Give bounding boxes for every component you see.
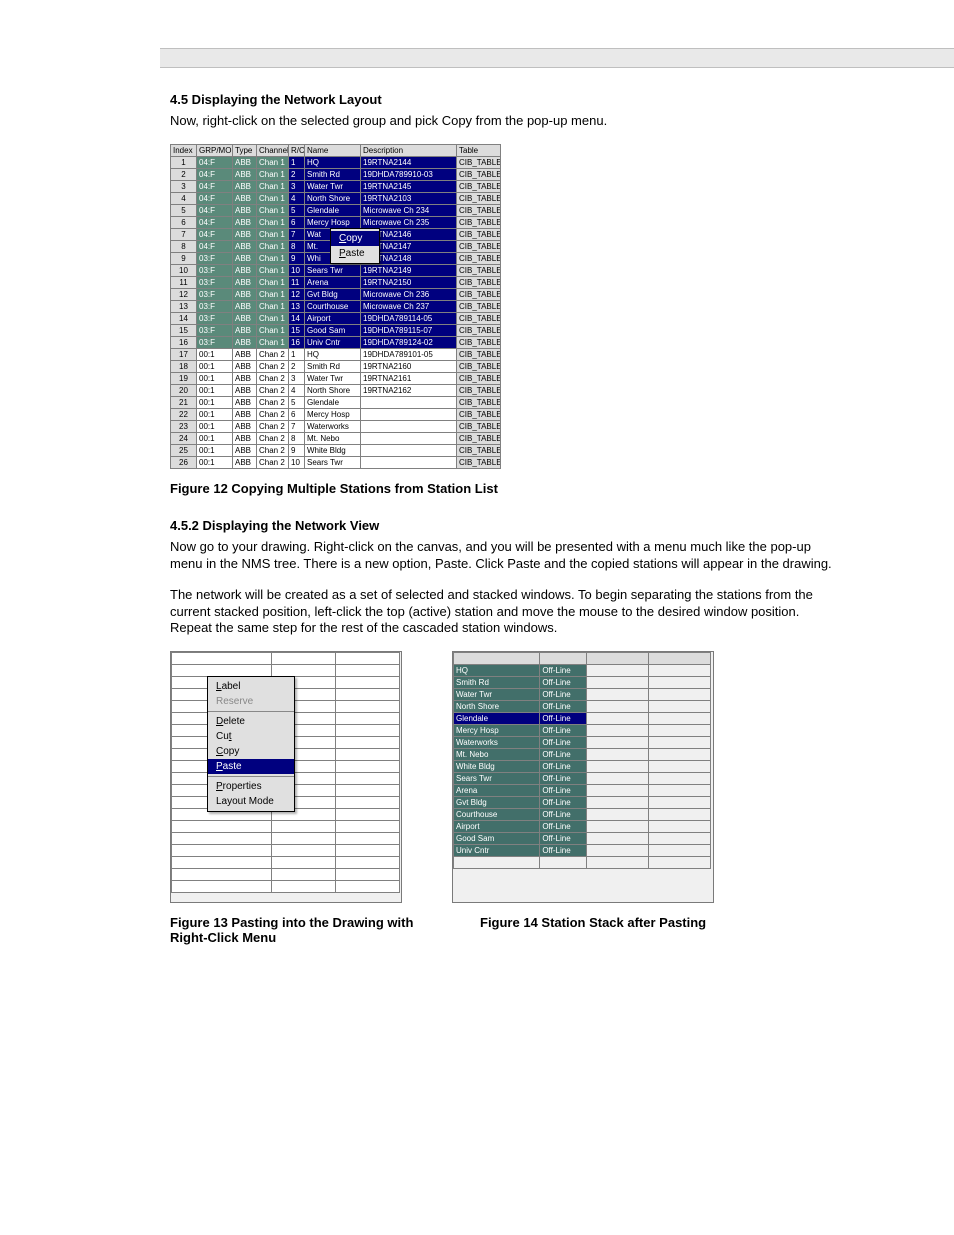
canvas-empty-row[interactable] xyxy=(172,845,400,857)
context-menu-drawing[interactable]: LabelReserve DeleteCutCopyPaste Properties… xyxy=(207,676,295,812)
stack-row[interactable]: Gvt BldgOff-Line xyxy=(454,797,711,809)
canvas-empty-row[interactable] xyxy=(172,857,400,869)
menu-item-properties[interactable]: Properties xyxy=(208,779,294,794)
stack-header-row xyxy=(454,653,711,665)
col-name[interactable]: Name xyxy=(305,144,361,156)
table-row[interactable]: 304:FABBChan 13Water Twr19RTNA2145CIB_TA… xyxy=(171,180,501,192)
table-row[interactable]: 404:FABBChan 14North Shore19RTNA2103CIB_… xyxy=(171,192,501,204)
canvas-empty-row[interactable] xyxy=(172,869,400,881)
table-row[interactable]: 1203:FABBChan 112Gvt BldgMicrowave Ch 23… xyxy=(171,288,501,300)
menu-item-copy[interactable]: Copy xyxy=(208,744,294,759)
table-row[interactable]: 1403:FABBChan 114Airport19DHDA789114-05C… xyxy=(171,312,501,324)
table-row[interactable]: 2100:1ABBChan 25GlendaleCIB_TABLE xyxy=(171,396,501,408)
stack-row[interactable]: ArenaOff-Line xyxy=(454,785,711,797)
menu-item-label[interactable]: Label xyxy=(208,679,294,694)
figure-14-caption: Figure 14 Station Stack after Pasting xyxy=(480,915,740,945)
stack-row[interactable]: Univ CntrOff-Line xyxy=(454,845,711,857)
table-row[interactable]: 104:FABBChan 11HQ19RTNA2144CIB_TABLE xyxy=(171,156,501,168)
figure-12: IndexGRP/MODTypeChannelR/CNameDescriptio… xyxy=(170,144,670,469)
header-bar xyxy=(160,48,954,68)
paragraph: Now, right-click on the selected group a… xyxy=(170,113,840,130)
paragraph: Now go to your drawing. Right-click on t… xyxy=(170,539,840,573)
col-type[interactable]: Type xyxy=(233,144,257,156)
figure-14-panel: HQOff-Line Smith RdOff-Line Water TwrOff… xyxy=(452,651,714,903)
menu-item-copy[interactable]: Copy xyxy=(331,231,379,246)
table-row[interactable]: 2200:1ABBChan 26Mercy HospCIB_TABLE xyxy=(171,408,501,420)
table-row[interactable]: 2400:1ABBChan 28Mt. NeboCIB_TABLE xyxy=(171,432,501,444)
table-row[interactable]: 1303:FABBChan 113CourthouseMicrowave Ch … xyxy=(171,300,501,312)
table-row[interactable]: 1900:1ABBChan 23Water Twr19RTNA2161CIB_T… xyxy=(171,372,501,384)
stack-row[interactable]: AirportOff-Line xyxy=(454,821,711,833)
paragraph: The network will be created as a set of … xyxy=(170,587,840,638)
table-row[interactable]: 1603:FABBChan 116Univ Cntr19DHDA789124-0… xyxy=(171,336,501,348)
station-stack-table[interactable]: HQOff-Line Smith RdOff-Line Water TwrOff… xyxy=(453,652,711,869)
table-row[interactable]: 2500:1ABBChan 29White BldgCIB_TABLE xyxy=(171,444,501,456)
col-r-c[interactable]: R/C xyxy=(289,144,305,156)
section-heading-4-5-2: 4.5.2 Displaying the Network View xyxy=(170,518,954,533)
canvas-title-row[interactable] xyxy=(172,653,400,665)
menu-item-layout-mode[interactable]: Layout Mode xyxy=(208,794,294,809)
table-row[interactable]: 504:FABBChan 15GlendaleMicrowave Ch 234C… xyxy=(171,204,501,216)
stack-row[interactable]: Mt. NeboOff-Line xyxy=(454,749,711,761)
stack-row[interactable]: Water TwrOff-Line xyxy=(454,689,711,701)
table-row[interactable]: 1103:FABBChan 111Arena19RTNA2150CIB_TABL… xyxy=(171,276,501,288)
menu-item-reserve[interactable]: Reserve xyxy=(208,694,294,709)
stack-row[interactable]: Sears TwrOff-Line xyxy=(454,773,711,785)
table-row[interactable]: 1700:1ABBChan 21HQ19DHDA789101-05CIB_TAB… xyxy=(171,348,501,360)
table-row[interactable]: 1003:FABBChan 110Sears Twr19RTNA2149CIB_… xyxy=(171,264,501,276)
col-grp-mod[interactable]: GRP/MOD xyxy=(197,144,233,156)
stack-row[interactable]: White BldgOff-Line xyxy=(454,761,711,773)
stack-row[interactable]: North ShoreOff-Line xyxy=(454,701,711,713)
menu-item-paste[interactable]: Paste xyxy=(208,759,294,774)
figure-13-panel: LabelReserve DeleteCutCopyPaste Properties… xyxy=(170,651,402,903)
canvas-empty-row[interactable] xyxy=(172,665,400,677)
stack-row[interactable]: CourthouseOff-Line xyxy=(454,809,711,821)
stack-empty-row xyxy=(454,857,711,869)
table-row[interactable]: 2000:1ABBChan 24North Shore19RTNA2162CIB… xyxy=(171,384,501,396)
col-table[interactable]: Table xyxy=(457,144,501,156)
menu-item-cut[interactable]: Cut xyxy=(208,729,294,744)
stack-row[interactable]: HQOff-Line xyxy=(454,665,711,677)
canvas-empty-row[interactable] xyxy=(172,821,400,833)
stack-row[interactable]: GlendaleOff-Line xyxy=(454,713,711,725)
table-row[interactable]: 1503:FABBChan 115Good Sam19DHDA789115-07… xyxy=(171,324,501,336)
table-row[interactable]: 204:FABBChan 12Smith Rd19DHDA789910-03CI… xyxy=(171,168,501,180)
table-row[interactable]: 604:FABBChan 16Mercy HospMicrowave Ch 23… xyxy=(171,216,501,228)
stack-row[interactable]: Smith RdOff-Line xyxy=(454,677,711,689)
context-menu-copy-paste[interactable]: Copy Paste xyxy=(330,228,380,264)
canvas-empty-row[interactable] xyxy=(172,881,400,893)
station-list-table[interactable]: IndexGRP/MODTypeChannelR/CNameDescriptio… xyxy=(170,144,501,469)
stack-row[interactable]: WaterworksOff-Line xyxy=(454,737,711,749)
stack-row[interactable]: Mercy HospOff-Line xyxy=(454,725,711,737)
table-row[interactable]: 2600:1ABBChan 210Sears TwrCIB_TABLE xyxy=(171,456,501,468)
table-row[interactable]: 2300:1ABBChan 27WaterworksCIB_TABLE xyxy=(171,420,501,432)
canvas-empty-row[interactable] xyxy=(172,833,400,845)
menu-item-delete[interactable]: Delete xyxy=(208,714,294,729)
menu-item-paste[interactable]: Paste xyxy=(331,246,379,261)
stack-row[interactable]: Good SamOff-Line xyxy=(454,833,711,845)
col-description[interactable]: Description xyxy=(361,144,457,156)
col-index[interactable]: Index xyxy=(171,144,197,156)
figure-13-caption: Figure 13 Pasting into the Drawing with … xyxy=(170,915,430,945)
figure-12-caption: Figure 12 Copying Multiple Stations from… xyxy=(170,481,954,496)
col-channel[interactable]: Channel xyxy=(257,144,289,156)
section-heading-4-5: 4.5 Displaying the Network Layout xyxy=(170,92,954,107)
table-row[interactable]: 1800:1ABBChan 22Smith Rd19RTNA2160CIB_TA… xyxy=(171,360,501,372)
